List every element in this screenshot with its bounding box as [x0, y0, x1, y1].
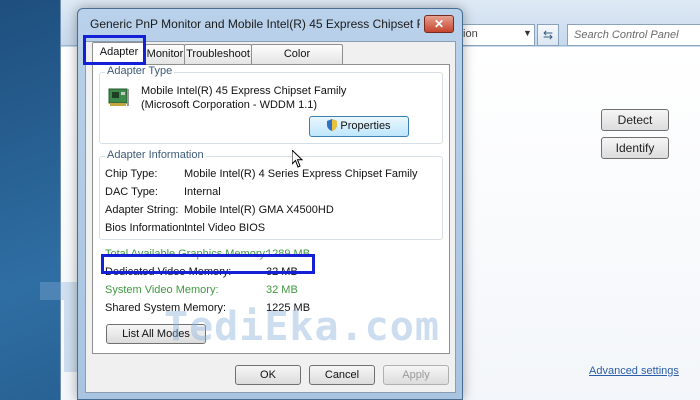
tab-monitor[interactable]: Monitor	[145, 44, 185, 64]
dialog-title: Generic PnP Monitor and Mobile Intel(R) …	[90, 17, 420, 31]
watermark-text: TediEka.com	[164, 304, 440, 350]
system-video-memory-label: System Video Memory:	[105, 284, 219, 296]
system-video-memory-value: 32 MB	[266, 284, 298, 296]
search-placeholder: Search Control Panel	[574, 29, 679, 41]
display-adapter-icon	[108, 88, 129, 106]
adapter-string-label: Adapter String:	[105, 204, 179, 216]
chevron-down-icon[interactable]: ▼	[523, 28, 532, 38]
chip-type-value: Mobile Intel(R) 4 Series Express Chipset…	[184, 168, 418, 180]
apply-button[interactable]: Apply	[383, 365, 449, 385]
tab-troubleshoot[interactable]: Troubleshoot	[184, 44, 252, 64]
dac-type-label: DAC Type:	[105, 186, 158, 198]
adapter-name: Mobile Intel(R) 45 Express Chipset Famil…	[141, 85, 347, 111]
properties-button[interactable]: Properties	[309, 116, 409, 137]
tab-color-management[interactable]: Color Management	[251, 44, 343, 78]
identify-button[interactable]: Identify	[601, 137, 669, 159]
chip-type-label: Chip Type:	[105, 168, 158, 180]
cancel-button[interactable]: Cancel	[309, 365, 375, 385]
refresh-icon[interactable]: ⇆	[537, 24, 559, 46]
mouse-cursor-icon	[292, 150, 304, 168]
search-input[interactable]: Search Control Panel	[567, 24, 700, 46]
adapter-tab-highlight	[83, 35, 146, 65]
ok-button[interactable]: OK	[235, 365, 301, 385]
adapter-string-value: Mobile Intel(R) GMA X4500HD	[184, 204, 334, 216]
adapter-type-heading: Adapter Type	[105, 65, 175, 77]
bios-information-value: Intel Video BIOS	[184, 222, 266, 234]
dedicated-memory-highlight	[101, 254, 315, 274]
detect-button[interactable]: Detect	[601, 109, 669, 131]
bios-information-label: Bios Information:	[105, 222, 188, 234]
adapter-information-heading: Adapter Information	[105, 149, 206, 161]
dac-type-value: Internal	[184, 186, 221, 198]
uac-shield-icon	[327, 119, 338, 131]
advanced-settings-link[interactable]: Advanced settings	[589, 365, 679, 377]
properties-label: Properties	[340, 120, 391, 132]
close-button[interactable]: ✕	[424, 15, 454, 33]
